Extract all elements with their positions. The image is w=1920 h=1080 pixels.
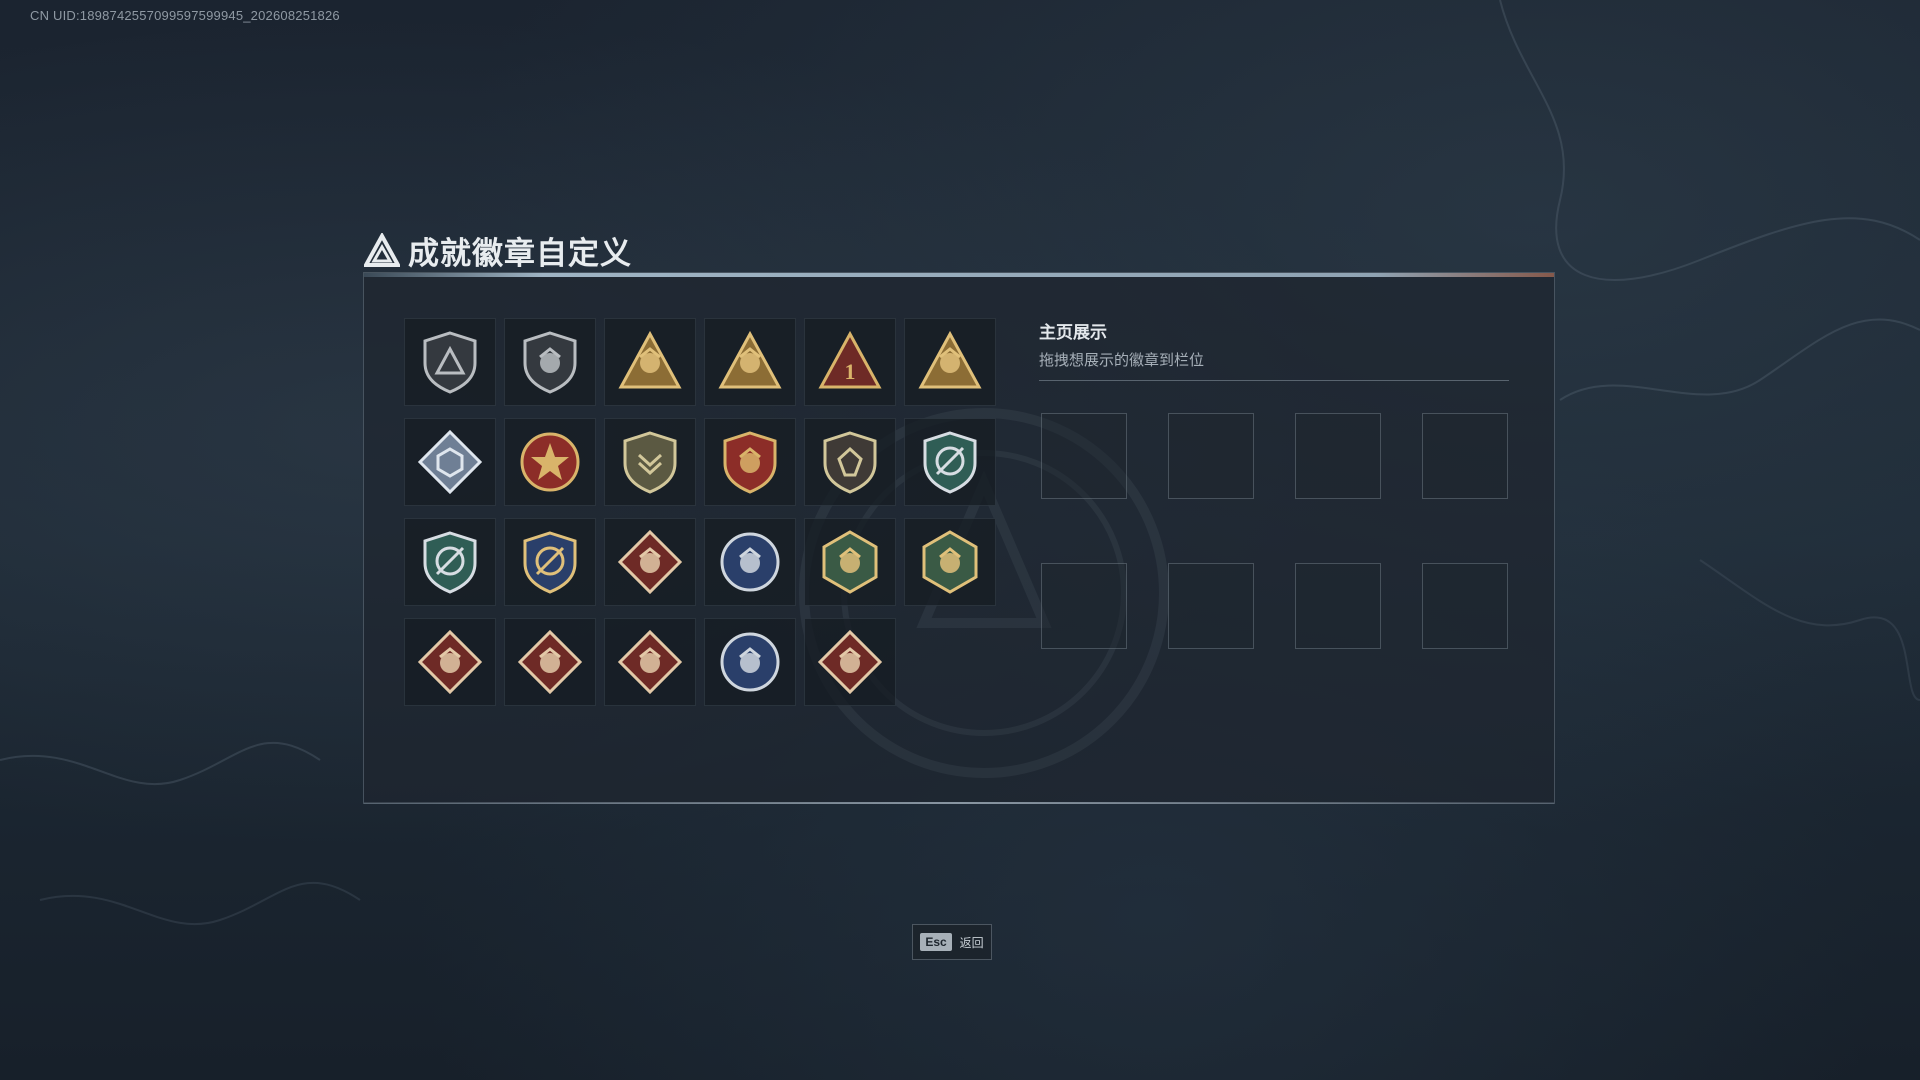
badge-slot[interactable] (604, 618, 696, 706)
showcase-slot[interactable] (1422, 563, 1508, 649)
badge-slot[interactable] (504, 618, 596, 706)
showcase-slot[interactable] (1422, 413, 1508, 499)
showcase-slot[interactable] (1295, 563, 1381, 649)
shield-triangle-icon (423, 331, 477, 394)
badge-customize-panel: 1 主页展示 拖拽想展示的徽章到栏位 (363, 272, 1555, 804)
badge-slot[interactable] (904, 518, 996, 606)
showcase-subtitle: 拖拽想展示的徽章到栏位 (1039, 352, 1205, 369)
badge-slot[interactable] (704, 618, 796, 706)
green-crosshair-shield-icon (923, 431, 977, 494)
badge-slot[interactable] (804, 518, 896, 606)
badge-slot[interactable] (904, 318, 996, 406)
svg-text:1: 1 (845, 359, 856, 384)
showcase-slot[interactable] (1295, 413, 1381, 499)
badge-slot[interactable] (804, 418, 896, 506)
showcase-divider (1039, 380, 1509, 381)
red-diamond-wolf-icon (617, 529, 683, 595)
badge-slot[interactable] (404, 618, 496, 706)
badge-slot[interactable] (904, 418, 996, 506)
blue-circle-eagle-icon (720, 532, 780, 592)
badge-slot[interactable] (504, 418, 596, 506)
badge-slot[interactable] (404, 418, 496, 506)
back-button[interactable]: Esc 返回 (912, 924, 992, 960)
badge-slot[interactable] (704, 418, 796, 506)
showcase-slot[interactable] (1168, 563, 1254, 649)
gold-triangle-tank-icon (718, 330, 782, 389)
triangle-logo-icon (364, 232, 400, 267)
blue-circle-wolf-icon (720, 632, 780, 692)
gold-triangle-jet-icon (618, 330, 682, 389)
showcase-slot[interactable] (1168, 413, 1254, 499)
badge-slot[interactable] (704, 318, 796, 406)
helicopter-shield-icon (523, 331, 577, 394)
dark-shield-crystal-icon (823, 431, 877, 494)
page-title: 成就徽章自定义 (408, 236, 632, 271)
silver-diamond-emblem-icon (417, 429, 483, 495)
panel-top-accent (364, 273, 1554, 277)
badge-grid: 1 (404, 318, 996, 706)
red-diamond-dragon-2-icon (517, 629, 583, 695)
red-diamond-dragon-icon (417, 629, 483, 695)
green-hexagon-hornet-icon (922, 530, 978, 594)
showcase-slot[interactable] (1041, 413, 1127, 499)
panel-bottom-accent (364, 802, 1554, 804)
red-triangle-number-one-icon: 1 (818, 330, 882, 389)
gold-triangle-soldiers-icon (918, 330, 982, 389)
olive-shield-emblem-icon (623, 431, 677, 494)
badge-slot[interactable] (604, 418, 696, 506)
blue-crosshair-shield-icon (423, 531, 477, 594)
homepage-showcase: 主页展示 拖拽想展示的徽章到栏位 (1039, 318, 1509, 649)
badge-slot[interactable]: 1 (804, 318, 896, 406)
badge-slot[interactable] (604, 518, 696, 606)
esc-key-icon: Esc (920, 933, 952, 951)
badge-slot[interactable] (604, 318, 696, 406)
back-button-label: 返回 (959, 935, 984, 950)
badge-slot[interactable] (504, 518, 596, 606)
badge-slot[interactable] (704, 518, 796, 606)
uid-label: CN UID:1898742557099597599945_2026082518… (30, 8, 340, 23)
page-header: 成就徽章自定义 (364, 228, 632, 273)
showcase-title: 主页展示 (1039, 323, 1107, 342)
showcase-slot[interactable] (1041, 563, 1127, 649)
red-diamond-runner-icon (617, 629, 683, 695)
badge-slot[interactable] (404, 518, 496, 606)
showcase-slot-grid (1039, 413, 1509, 649)
gold-crosshair-shield-icon (523, 531, 577, 594)
badge-slot[interactable] (804, 618, 896, 706)
gold-star-medal-icon (520, 432, 580, 492)
red-diamond-serpent-icon (817, 629, 883, 695)
badge-slot[interactable] (404, 318, 496, 406)
green-hexagon-wasp-icon (822, 530, 878, 594)
red-gold-crest-icon (723, 431, 777, 494)
badge-slot[interactable] (504, 318, 596, 406)
